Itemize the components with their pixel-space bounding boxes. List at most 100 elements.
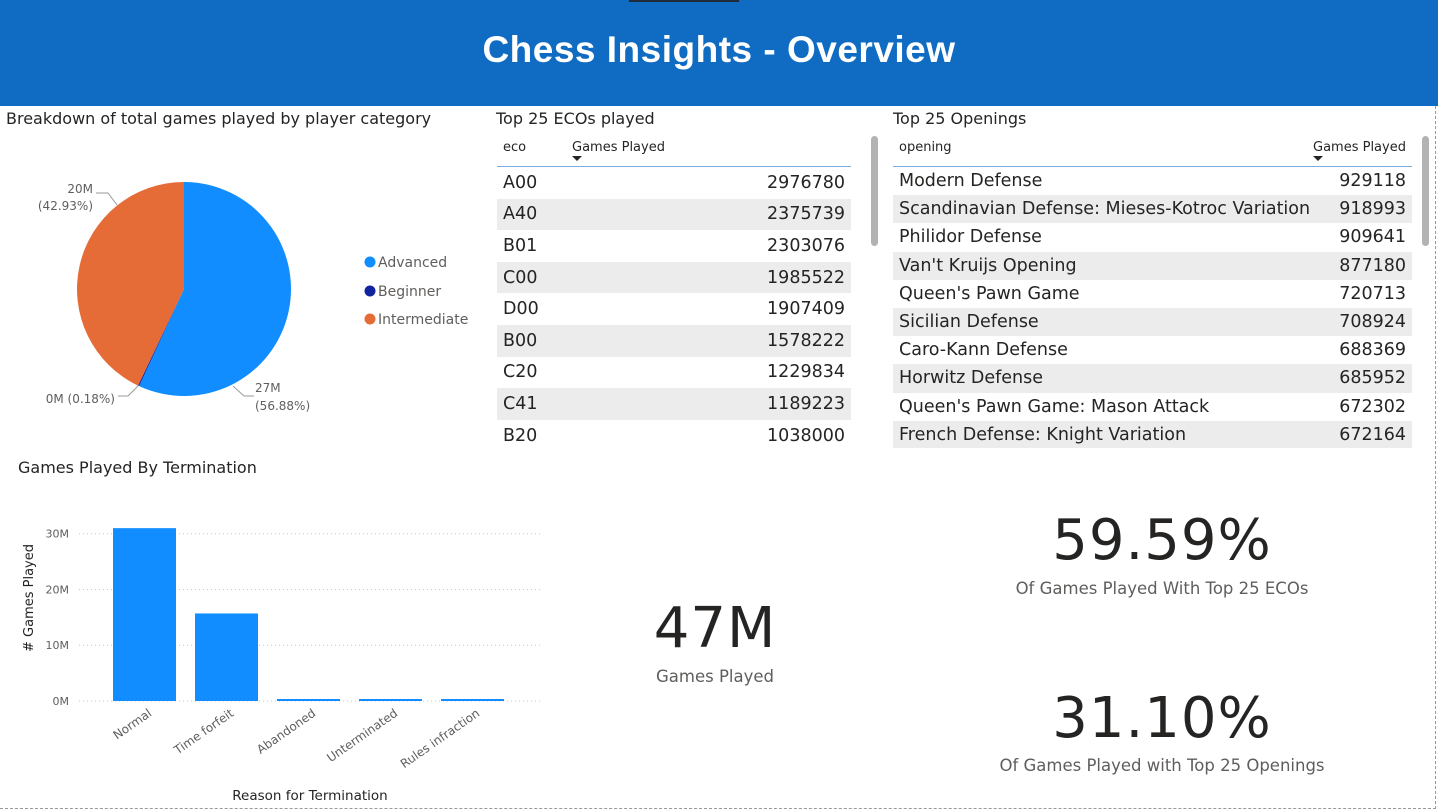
opening-name-cell: Horwitz Defense xyxy=(899,368,1043,389)
bar-abandoned[interactable] xyxy=(277,699,340,701)
openings-table-scrollbar[interactable] xyxy=(1422,136,1429,246)
openings-table-body: Modern Defense 929118 Scandinavian Defense… xyxy=(893,167,1412,448)
table-row[interactable]: Sicilian Defense 708924 xyxy=(893,307,1412,337)
table-row[interactable]: C20 1229834 xyxy=(497,357,851,389)
total-games-label: Games Played xyxy=(656,667,774,686)
games-played-cell: 2976780 xyxy=(767,172,845,193)
x-tick-label: Rules infraction xyxy=(398,706,482,771)
eco-table[interactable]: eco Games Played A00 2976780 A40 2375739 B01… xyxy=(497,136,851,452)
table-row[interactable]: Philidor Defense 909641 xyxy=(893,223,1412,251)
bar-chart[interactable]: 0M 10M 20M 30M Normal Time forfeit Abandoned U… xyxy=(0,480,560,811)
table-row[interactable]: Queen's Pawn Game 720713 xyxy=(893,280,1412,308)
table-row[interactable]: B01 2303076 xyxy=(497,230,851,262)
openings-games-played-header[interactable]: Games Played xyxy=(1313,140,1406,155)
table-row[interactable]: Modern Defense 929118 xyxy=(893,167,1412,195)
openings-table[interactable]: opening Games Played Modern Defense 92911… xyxy=(893,136,1412,448)
eco-table-body: A00 2976780 A40 2375739 B01 2303076 C00 1985522… xyxy=(497,167,851,451)
bar-unterminated[interactable] xyxy=(359,699,422,701)
opening-name-cell: Van't Kruijs Opening xyxy=(899,255,1077,276)
y-tick-label: 20M xyxy=(46,583,70,596)
bar-rules-infraction[interactable] xyxy=(441,699,504,701)
x-axis-title: Reason for Termination xyxy=(232,788,388,804)
y-tick-label: 30M xyxy=(46,528,70,541)
games-played-cell: 688369 xyxy=(1339,340,1406,361)
x-tick-label: Unterminated xyxy=(324,706,400,765)
eco-table-header: eco Games Played xyxy=(497,136,851,167)
table-row[interactable]: French Defense: Knight Variation 672164 xyxy=(893,420,1412,448)
legend-dot-advanced xyxy=(364,256,376,268)
openings-table-header: opening Games Played xyxy=(893,136,1412,167)
table-row[interactable]: D00 1907409 xyxy=(497,293,851,325)
label-beginner: 0M (0.18%) xyxy=(46,392,115,406)
y-tick-label: 0M xyxy=(53,695,70,708)
table-row[interactable]: C00 1985522 xyxy=(497,261,851,294)
table-row[interactable]: Horwitz Defense 685952 xyxy=(893,364,1412,393)
table-row[interactable]: B20 1038000 xyxy=(497,420,851,452)
leader-line-advanced xyxy=(232,385,254,397)
bar-normal[interactable] xyxy=(113,528,176,701)
table-row[interactable]: Scandinavian Defense: Mieses-Kotroc Vari… xyxy=(893,195,1412,224)
games-played-cell: 2375739 xyxy=(767,204,845,225)
table-row[interactable]: Caro-Kann Defense 688369 xyxy=(893,336,1412,364)
games-played-cell: 720713 xyxy=(1339,283,1406,304)
table-row[interactable]: C41 1189223 xyxy=(497,388,851,420)
eco-games-played-header[interactable]: Games Played xyxy=(572,140,665,155)
games-played-cell: 1189223 xyxy=(767,393,845,414)
legend-beginner[interactable]: Beginner xyxy=(378,284,441,300)
pie-chart-title: Breakdown of total games played by playe… xyxy=(6,109,432,128)
x-tick-label: Abandoned xyxy=(254,706,318,757)
pie-chart[interactable]: 20M (42.93%) 27M (56.88%) 0M (0.18%) Adv… xyxy=(0,135,480,435)
eco-code-cell: C20 xyxy=(503,362,538,383)
eco-column-header[interactable]: eco xyxy=(503,140,526,155)
opening-name-cell: Sicilian Defense xyxy=(899,312,1039,333)
games-played-cell: 877180 xyxy=(1339,255,1406,276)
opening-name-cell: Modern Defense xyxy=(899,171,1043,192)
table-row[interactable]: Queen's Pawn Game: Mason Attack 672302 xyxy=(893,393,1412,421)
x-tick-label: Normal xyxy=(111,706,155,742)
bar-chart-title: Games Played By Termination xyxy=(18,458,257,477)
eco-code-cell: B01 xyxy=(503,235,538,256)
games-played-cell: 1985522 xyxy=(767,267,845,288)
table-row[interactable]: Van't Kruijs Opening 877180 xyxy=(893,251,1412,280)
legend-intermediate[interactable]: Intermediate xyxy=(378,312,468,328)
x-tick-label: Time forfeit xyxy=(171,706,237,758)
legend-advanced[interactable]: Advanced xyxy=(378,255,447,271)
opening-pct-label: Of Games Played with Top 25 Openings xyxy=(999,756,1325,775)
eco-table-scrollbar[interactable] xyxy=(871,136,878,246)
table-row[interactable]: A00 2976780 xyxy=(497,167,851,199)
eco-code-cell: D00 xyxy=(503,299,539,320)
games-played-cell: 929118 xyxy=(1339,171,1406,192)
games-played-cell: 685952 xyxy=(1339,368,1406,389)
total-games-value: 47M xyxy=(653,596,777,661)
eco-pct-label: Of Games Played With Top 25 ECOs xyxy=(1015,579,1309,598)
openings-table-title: Top 25 Openings xyxy=(893,109,1027,128)
games-played-cell: 918993 xyxy=(1339,199,1406,220)
opening-name-cell: Queen's Pawn Game: Mason Attack xyxy=(899,396,1210,417)
eco-code-cell: B20 xyxy=(503,425,538,446)
opening-column-header[interactable]: opening xyxy=(899,140,952,155)
eco-table-title: Top 25 ECOs played xyxy=(496,109,655,128)
eco-code-cell: C41 xyxy=(503,393,538,414)
label-intermediate-value: 20M xyxy=(67,182,93,196)
eco-code-cell: A00 xyxy=(503,172,538,193)
leader-line-intermediate xyxy=(96,192,118,206)
opening-pct-value: 31.10% xyxy=(1052,686,1272,751)
eco-code-cell: B00 xyxy=(503,330,538,351)
eco-code-cell: A40 xyxy=(503,204,538,225)
games-played-cell: 2303076 xyxy=(767,235,845,256)
games-played-cell: 909641 xyxy=(1339,227,1406,248)
table-row[interactable]: A40 2375739 xyxy=(497,198,851,231)
eco-pct-value: 59.59% xyxy=(1052,508,1272,573)
table-row[interactable]: B00 1578222 xyxy=(497,324,851,357)
sort-descending-icon[interactable] xyxy=(572,156,582,161)
label-advanced-pct: (56.88%) xyxy=(255,399,310,413)
banner-notch xyxy=(629,0,739,2)
bar-time-forfeit[interactable] xyxy=(195,613,258,701)
y-tick-label: 10M xyxy=(46,639,70,652)
sort-descending-icon[interactable] xyxy=(1313,156,1323,161)
games-played-cell: 1229834 xyxy=(767,362,845,383)
games-played-cell: 672164 xyxy=(1339,424,1406,445)
opening-name-cell: Caro-Kann Defense xyxy=(899,340,1068,361)
label-advanced-value: 27M xyxy=(255,381,281,395)
games-played-cell: 1038000 xyxy=(767,425,845,446)
